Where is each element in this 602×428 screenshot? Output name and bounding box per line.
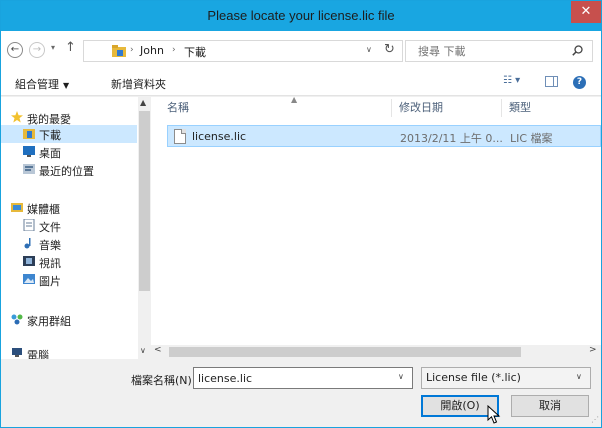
libraries-icon [11, 203, 23, 212]
column-header-date[interactable]: 修改日期 [399, 99, 443, 119]
music-icon [24, 238, 31, 249]
filename-label: 檔案名稱(N): [131, 374, 196, 387]
breadcrumb-downloads[interactable]: 下載 [184, 44, 206, 60]
view-options-icon[interactable]: ☷ ▾ [503, 75, 533, 91]
scroll-up-icon[interactable]: ▲ [140, 98, 146, 107]
column-header-type[interactable]: 類型 [509, 99, 531, 119]
scroll-left-icon[interactable]: < [154, 345, 162, 355]
recent-locations-dropdown[interactable]: ▾ [51, 43, 55, 52]
nav-label: 圖片 [39, 275, 61, 288]
videos-icon [23, 256, 35, 266]
nav-item-homegroup[interactable]: 家用群組 [1, 311, 137, 329]
nav-label: 媒體櫃 [27, 203, 60, 216]
nav-label: 文件 [39, 221, 61, 234]
filetype-select[interactable]: License file (*.lic) ∨ [421, 367, 591, 389]
address-row: ← → ▾ ↑ › John › 下載 ∨ ↻ [1, 31, 601, 70]
downloads-folder-icon [23, 129, 35, 139]
search-icon[interactable] [572, 45, 583, 56]
nav-label: 家用群組 [27, 315, 71, 328]
nav-scroll-thumb[interactable] [139, 111, 150, 291]
scroll-down-icon[interactable]: ∨ [140, 346, 146, 355]
folder-icon [112, 45, 126, 57]
scroll-right-icon[interactable]: > [589, 345, 597, 355]
search-input[interactable] [418, 43, 568, 59]
filetype-value: License file (*.lic) [426, 371, 521, 384]
forward-button[interactable]: → [29, 42, 45, 58]
file-list-pane: 名稱 ▲ 修改日期 類型 license.lic 2013/2/11 上午 0.… [151, 95, 601, 359]
breadcrumb-separator: › [130, 45, 134, 55]
column-divider[interactable] [501, 99, 502, 117]
recent-places-icon [23, 164, 35, 174]
organize-label: 組合管理 [15, 78, 59, 91]
dialog-title: Please locate your license.lic file [207, 8, 395, 23]
dialog-footer: 檔案名稱(N): ∨ License file (*.lic) ∨ 開啟(O) … [1, 359, 601, 427]
nav-label: 視訊 [39, 257, 61, 270]
file-type: LIC 檔案 [510, 132, 553, 145]
file-date: 2013/2/11 上午 0... [400, 132, 503, 145]
file-row[interactable]: license.lic 2013/2/11 上午 0... LIC 檔案 [167, 125, 601, 147]
computer-icon [12, 348, 22, 357]
horizontal-scroll-thumb[interactable] [169, 347, 521, 357]
nav-label: 最近的位置 [39, 165, 94, 178]
file-icon [174, 129, 186, 144]
chevron-down-icon[interactable]: ∨ [398, 372, 404, 381]
chevron-down-icon: ∨ [576, 372, 582, 381]
nav-item-documents[interactable]: 文件 [1, 217, 137, 235]
filename-input[interactable] [198, 370, 388, 386]
documents-icon [23, 219, 35, 231]
nav-scrollbar[interactable]: ▲ ∨ [138, 97, 151, 359]
nav-item-libraries[interactable]: 媒體櫃 [1, 199, 137, 217]
mouse-cursor-icon [487, 405, 501, 424]
star-icon [11, 111, 23, 123]
title-bar[interactable]: Please locate your license.lic file ✕ [1, 1, 601, 31]
nav-label: 音樂 [39, 239, 61, 252]
nav-item-pictures[interactable]: 圖片 [1, 271, 137, 289]
nav-item-recent-places[interactable]: 最近的位置 [1, 161, 137, 179]
nav-label: 桌面 [39, 147, 61, 160]
nav-item-downloads[interactable]: 下載 [1, 125, 137, 143]
breadcrumb-john[interactable]: John [140, 44, 164, 57]
refresh-button[interactable]: ↻ [384, 42, 395, 57]
sort-ascending-icon: ▲ [291, 95, 298, 104]
help-icon[interactable]: ? [573, 76, 586, 89]
nav-item-desktop[interactable]: 桌面 [1, 143, 137, 161]
breadcrumb-separator: › [172, 45, 176, 55]
filename-combobox[interactable]: ∨ [193, 367, 413, 389]
column-header-name[interactable]: 名稱 ▲ [167, 95, 297, 119]
organize-menu-button[interactable]: 組合管理 ▼ [15, 76, 69, 92]
address-history-dropdown[interactable]: ∨ [366, 45, 372, 54]
nav-item-music[interactable]: 音樂 [1, 235, 137, 253]
navigation-pane: 我的最愛 下載 桌面 最近的位置 媒體櫃 文件 音樂 視訊 圖片 家用群組 電腦 [1, 97, 151, 362]
nav-label: 下載 [39, 129, 61, 142]
address-bar[interactable]: › John › 下載 ∨ ↻ [83, 40, 403, 62]
nav-item-videos[interactable]: 視訊 [1, 253, 137, 271]
preview-pane-icon[interactable] [545, 76, 558, 87]
resize-grip-icon[interactable]: ⋰ [591, 415, 599, 424]
column-label: 名稱 [167, 101, 189, 114]
pictures-icon [23, 274, 35, 284]
close-button[interactable]: ✕ [571, 1, 601, 23]
new-folder-button[interactable]: 新增資料夾 [111, 76, 166, 92]
horizontal-scrollbar[interactable]: < > [151, 345, 601, 359]
cancel-button[interactable]: 取消 [511, 395, 589, 417]
search-box[interactable] [405, 40, 593, 62]
chevron-down-icon: ▼ [63, 81, 70, 90]
homegroup-icon [11, 314, 23, 325]
back-button[interactable]: ← [7, 42, 23, 58]
desktop-icon [23, 146, 35, 157]
up-folder-button[interactable]: ↑ [65, 40, 76, 55]
column-divider[interactable] [391, 99, 392, 117]
open-file-dialog: Please locate your license.lic file ✕ ← … [0, 0, 602, 428]
file-name: license.lic [192, 130, 247, 143]
command-toolbar: 組合管理 ▼ 新增資料夾 ☷ ▾ ? [1, 70, 601, 96]
